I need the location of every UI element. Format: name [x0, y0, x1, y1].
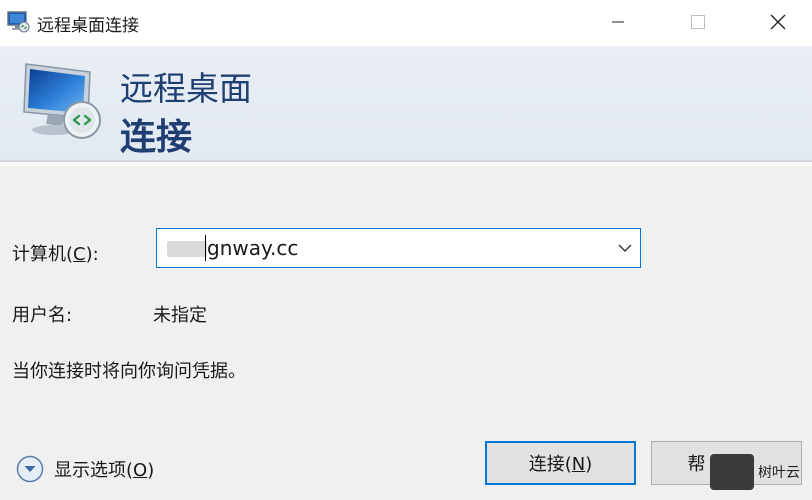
expand-circle-icon	[16, 455, 44, 483]
username-label: 用户名:	[12, 305, 73, 326]
remote-desktop-app-icon	[7, 11, 30, 33]
minimize-icon	[612, 21, 624, 23]
banner-title-line1: 远程桌面	[120, 69, 252, 108]
banner-divider-highlight	[0, 162, 812, 166]
connect-button-label: 连接(N)	[528, 454, 593, 475]
watermark-logo	[710, 454, 754, 490]
close-button[interactable]	[755, 0, 801, 44]
credentials-note: 当你连接时将向你询问凭据。	[12, 361, 246, 382]
help-button-label: 帮	[687, 454, 706, 475]
chevron-down-icon[interactable]	[618, 241, 632, 255]
watermark-text: 树叶云	[758, 465, 800, 481]
redacted-hostname-prefix	[167, 241, 207, 257]
computer-combobox[interactable]: gnway.cc	[156, 228, 641, 268]
maximize-icon	[691, 15, 705, 29]
show-options-toggle[interactable]: 显示选项(O)	[16, 452, 154, 486]
window-title: 远程桌面连接	[37, 16, 139, 36]
remote-desktop-monitor-icon	[23, 63, 101, 139]
title-bar: 远程桌面连接	[0, 0, 812, 46]
minimize-button[interactable]	[595, 0, 641, 44]
maximize-button[interactable]	[675, 0, 721, 44]
close-icon	[770, 14, 786, 30]
text-cursor	[205, 235, 206, 261]
connect-button[interactable]: 连接(N)	[485, 441, 636, 485]
show-options-label: 显示选项(O)	[54, 460, 155, 481]
watermark: 树叶云	[710, 454, 800, 490]
computer-label: 计算机(C):	[12, 244, 99, 265]
banner-title-line2: 连接	[120, 117, 193, 158]
computer-input-value: gnway.cc	[207, 236, 299, 260]
username-value: 未指定	[153, 305, 207, 326]
